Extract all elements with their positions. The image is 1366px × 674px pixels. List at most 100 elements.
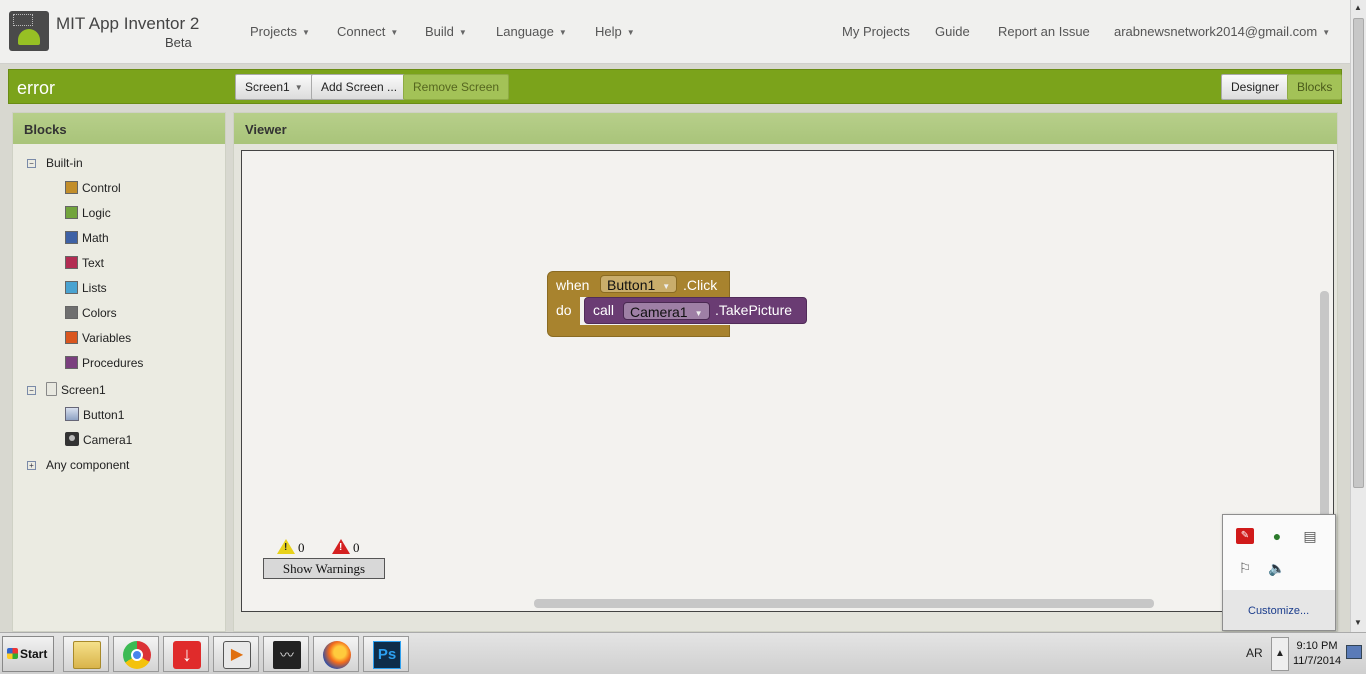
report-issue-link[interactable]: Report an Issue (998, 24, 1090, 39)
menu-projects[interactable]: Projects ▼ (250, 24, 310, 39)
customize-link[interactable]: Customize... (1248, 605, 1309, 617)
scrollbar-thumb[interactable] (1353, 18, 1364, 488)
tree-button1[interactable]: Button1 (65, 407, 124, 422)
top-header: MIT App Inventor 2 Beta Projects ▼ Connec… (0, 0, 1350, 64)
download-manager-icon[interactable]: ↓ (163, 636, 209, 672)
colors-swatch-icon (65, 306, 78, 319)
drawer-procedures[interactable]: Procedures (65, 356, 143, 370)
chevron-down-icon: ▼ (1322, 28, 1331, 37)
app-inventor-logo-icon (9, 11, 49, 51)
variables-swatch-icon (65, 331, 78, 344)
drawer-math[interactable]: Math (65, 231, 109, 245)
acrobat-icon[interactable]: ✎ (1236, 528, 1254, 544)
lists-swatch-icon (65, 281, 78, 294)
math-swatch-icon (65, 231, 78, 244)
logic-swatch-icon (65, 206, 78, 219)
system-clock[interactable]: 9:10 PM 11/7/2014 (1290, 639, 1344, 669)
add-screen-button[interactable]: Add Screen ... (311, 74, 408, 100)
scroll-down-icon[interactable]: ▼ (1354, 618, 1362, 627)
collapse-icon[interactable]: − (27, 386, 36, 395)
firefox-icon[interactable] (313, 636, 359, 672)
media-player-icon[interactable]: ▶ (213, 636, 259, 672)
error-icon (332, 539, 350, 554)
guide-link[interactable]: Guide (935, 24, 970, 39)
blocks-panel-title: Blocks (13, 113, 225, 144)
call-camera1-takepicture-block[interactable]: call Camera1 ▼ .TakePicture (584, 297, 807, 324)
flag-icon[interactable]: ⚐ (1236, 560, 1254, 576)
drawer-variables[interactable]: Variables (65, 331, 131, 345)
dropdown-arrow-icon: ▼ (662, 282, 671, 291)
file-explorer-icon[interactable] (63, 636, 109, 672)
do-label: do (556, 302, 572, 318)
screen-icon (46, 382, 57, 396)
chevron-down-icon: ▼ (301, 28, 310, 37)
call-label: call (593, 302, 615, 318)
my-projects-link[interactable]: My Projects (842, 24, 910, 39)
action-center-flag-icon[interactable] (1346, 645, 1362, 659)
workspace-horizontal-scrollbar[interactable] (534, 599, 1154, 608)
windows-flag-icon (7, 648, 18, 659)
clock-time: 9:10 PM (1296, 640, 1338, 652)
dropdown-arrow-icon: ▼ (694, 309, 703, 318)
notification-tray-popup: ✎ ● ▤ ⚐ 🔈 Customize... (1222, 514, 1336, 631)
app-title: MIT App Inventor 2 (56, 14, 200, 33)
error-indicator: 0 (332, 539, 360, 556)
taskbar: Start ↓ ▶ 〰 Ps AR ▲ 9:10 PM 11/7/2014 (0, 632, 1366, 674)
language-indicator[interactable]: AR (1246, 646, 1263, 660)
show-hidden-icons-icon[interactable]: ▲ (1271, 637, 1289, 671)
chevron-down-icon: ▼ (390, 28, 399, 37)
start-button[interactable]: Start (2, 636, 54, 672)
menu-help[interactable]: Help ▼ (595, 24, 635, 39)
clock-date: 11/7/2014 (1292, 655, 1342, 667)
drawer-logic[interactable]: Logic (65, 206, 111, 220)
designer-button[interactable]: Designer (1221, 74, 1290, 100)
blocks-panel: Blocks − Built-in Control Logic Math Text… (12, 112, 226, 632)
workspace-vertical-scrollbar[interactable] (1320, 291, 1329, 521)
chevron-down-icon: ▼ (294, 83, 303, 92)
audio-editor-icon[interactable]: 〰 (263, 636, 309, 672)
photoshop-icon[interactable]: Ps (363, 636, 409, 672)
camera-icon (65, 432, 79, 446)
takepicture-method-label: .TakePicture (715, 302, 793, 318)
remove-screen-button[interactable]: Remove Screen (403, 74, 510, 100)
drawer-text[interactable]: Text (65, 256, 104, 270)
chevron-down-icon: ▼ (458, 28, 467, 37)
drawer-control[interactable]: Control (65, 181, 121, 195)
when-label: when (556, 277, 590, 293)
camera1-dropdown[interactable]: Camera1 ▼ (623, 302, 710, 320)
account-menu[interactable]: arabnewsnetwork2014@gmail.com ▼ (1114, 24, 1330, 39)
expand-icon[interactable]: + (27, 461, 36, 470)
blocks-workspace[interactable]: when Button1 ▼ .Click do call Camera1 ▼ .T… (241, 150, 1334, 612)
beta-label: Beta (165, 35, 192, 50)
drawer-lists[interactable]: Lists (65, 281, 107, 295)
button1-dropdown[interactable]: Button1 ▼ (600, 275, 678, 293)
project-toolbar: error Screen1 ▼ Add Screen ... Remove Scr… (8, 69, 1343, 104)
project-name: error (17, 78, 56, 98)
show-warnings-button[interactable]: Show Warnings (263, 558, 385, 579)
collapse-icon[interactable]: − (27, 159, 36, 168)
click-event-label: .Click (683, 277, 718, 293)
tree-camera1[interactable]: Camera1 (65, 432, 132, 447)
scroll-up-icon[interactable]: ▲ (1354, 3, 1362, 12)
chevron-down-icon: ▼ (558, 28, 567, 37)
drawer-colors[interactable]: Colors (65, 306, 117, 320)
control-swatch-icon (65, 181, 78, 194)
warning-indicator: 0 (277, 539, 305, 556)
warning-icon (277, 539, 295, 554)
chrome-icon[interactable] (113, 636, 159, 672)
speaker-icon[interactable]: 🔈 (1268, 560, 1286, 576)
menu-connect[interactable]: Connect ▼ (337, 24, 398, 39)
device-icon[interactable]: ▤ (1301, 528, 1319, 544)
tree-builtin[interactable]: − Built-in (27, 156, 83, 170)
tree-any-component[interactable]: + Any component (27, 458, 129, 472)
screen-select-button[interactable]: Screen1 ▼ (235, 74, 313, 100)
chevron-down-icon: ▼ (626, 28, 635, 37)
network-globe-icon[interactable]: ● (1268, 528, 1286, 544)
viewer-panel: Viewer when Button1 ▼ .Click do call Came… (233, 112, 1338, 632)
text-swatch-icon (65, 256, 78, 269)
blocks-button[interactable]: Blocks (1287, 74, 1343, 100)
menu-language[interactable]: Language ▼ (496, 24, 567, 39)
tree-screen1[interactable]: − Screen1 (27, 382, 106, 397)
menu-build[interactable]: Build ▼ (425, 24, 467, 39)
page-scrollbar[interactable]: ▲ ▼ (1350, 0, 1366, 632)
